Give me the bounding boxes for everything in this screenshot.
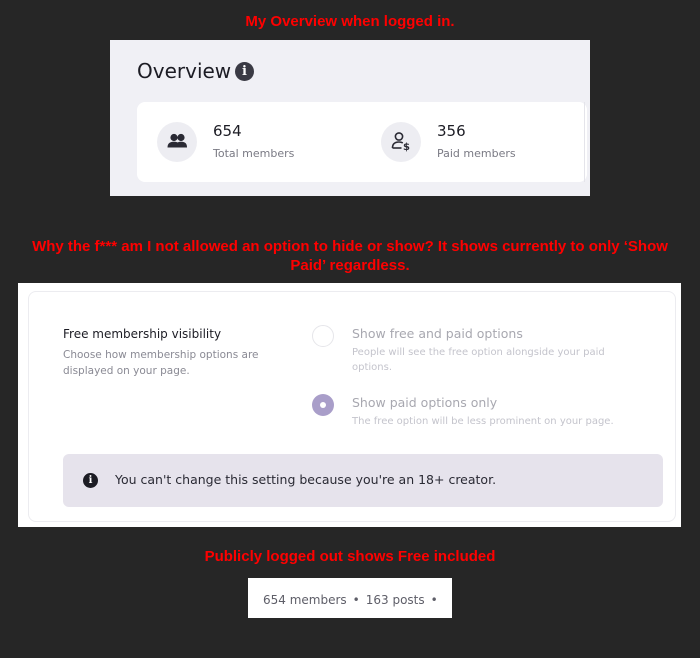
public-posts-count: 163 posts [365,593,425,607]
option-paid-only-description: The free option will be less prominent o… [352,416,614,427]
svg-text:$: $ [403,142,410,153]
caption-question: Why the f*** am I not allowed an option … [32,238,668,274]
radio-selected-dot [320,402,326,408]
paid-member-icon: $ [381,122,421,162]
stats-card: 654 Total members $ 356 Paid members [137,102,587,182]
radio-show-paid-only[interactable] [312,394,334,416]
restriction-notice: i You can't change this setting because … [63,454,663,507]
total-members-value: 654 [213,122,242,140]
settings-card: Free membership visibility Choose how me… [28,291,676,522]
info-icon[interactable]: i [235,62,254,81]
setting-title: Free membership visibility [63,327,222,341]
radio-show-free-and-paid[interactable] [312,325,334,347]
members-icon [157,122,197,162]
visibility-settings-panel: Free membership visibility Choose how me… [18,283,681,527]
total-members-label: Total members [213,147,295,160]
option-paid-only-label[interactable]: Show paid options only [352,395,497,410]
caption-logged-out: Publicly logged out shows Free included [204,548,496,565]
setting-description: Choose how membership options are displa… [63,349,259,377]
overview-title: Overview [137,59,232,83]
public-members-count: 654 members [263,593,347,607]
separator-dot: • [430,593,438,607]
caption-logged-in: My Overview when logged in. [245,13,455,30]
notice-text: You can't change this setting because yo… [115,472,497,487]
paid-members-label: Paid members [437,147,516,160]
option-free-and-paid-label[interactable]: Show free and paid options [352,326,523,341]
card-divider [584,102,585,182]
option-free-and-paid-description: People will see the free option alongsid… [352,347,605,373]
paid-members-value: 356 [437,122,466,140]
overview-panel: Overview i 654 Total members $ 356 Paid … [110,40,590,196]
separator-dot: • [352,593,360,607]
public-stats-line: 654 members • 163 posts • [263,593,444,607]
public-stats-panel: 654 members • 163 posts • [248,578,452,618]
info-icon: i [83,473,98,488]
